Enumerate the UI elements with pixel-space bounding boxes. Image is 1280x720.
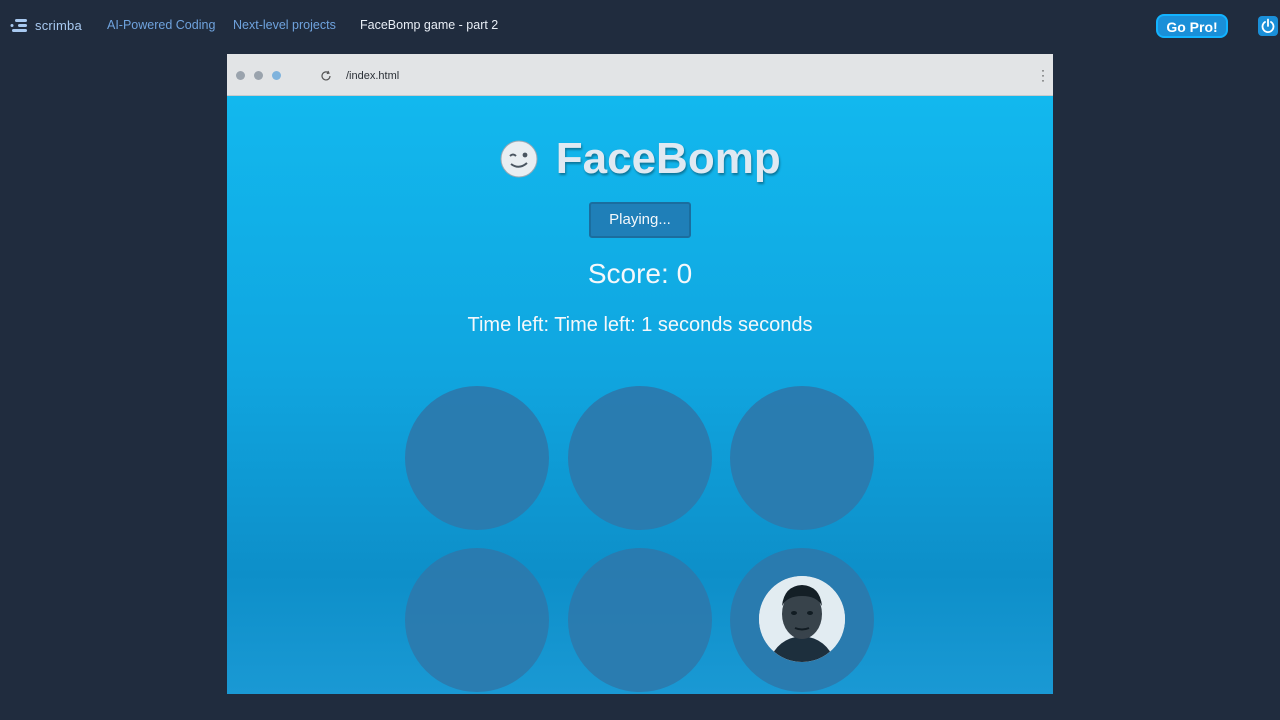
url-bar[interactable]: /index.html — [346, 70, 399, 82]
hole-2[interactable] — [568, 386, 712, 530]
breadcrumb-current: FaceBomp game - part 2 — [360, 18, 499, 32]
browser-toolbar: /index.html · · · — [227, 54, 1053, 96]
game-header: FaceBomp — [227, 134, 1053, 184]
hole-4[interactable] — [405, 548, 549, 692]
window-dot-icon — [272, 71, 281, 80]
scrimba-logo[interactable]: scrimba — [9, 15, 82, 35]
face-target[interactable] — [759, 576, 845, 662]
window-dot-icon — [254, 71, 263, 80]
power-icon — [1261, 18, 1275, 33]
breadcrumb-course[interactable]: AI-Powered Coding — [107, 18, 215, 32]
hole-1[interactable] — [405, 386, 549, 530]
hole-3[interactable] — [730, 386, 874, 530]
timer-display: Time left: Time left: 1 seconds seconds — [467, 314, 813, 336]
more-vertical-icon[interactable]: · · · — [1041, 64, 1045, 86]
scrimba-logo-icon — [10, 19, 27, 32]
top-bar: scrimba AI-Powered Coding Next-level pro… — [0, 0, 1280, 52]
window-dot-icon — [236, 71, 245, 80]
hole-5[interactable] — [568, 548, 712, 692]
brand-name: scrimba — [35, 17, 82, 33]
game-viewport: FaceBomp Playing... Score: 0 Time left: … — [227, 96, 1053, 694]
go-pro-button[interactable]: Go Pro! — [1156, 14, 1228, 38]
face-avatar-icon — [759, 576, 845, 662]
browser-preview: /index.html · · · FaceBomp Playing... Scor… — [227, 54, 1053, 694]
start-button[interactable]: Playing... — [589, 202, 691, 238]
reload-icon[interactable] — [320, 70, 332, 82]
winking-face-icon — [500, 140, 538, 178]
score-display: Score: 0 — [587, 258, 693, 289]
game-title: FaceBomp — [555, 134, 781, 183]
breadcrumb-section[interactable]: Next-level projects — [233, 18, 336, 32]
power-button[interactable] — [1258, 16, 1278, 36]
hole-6[interactable] — [730, 548, 874, 692]
